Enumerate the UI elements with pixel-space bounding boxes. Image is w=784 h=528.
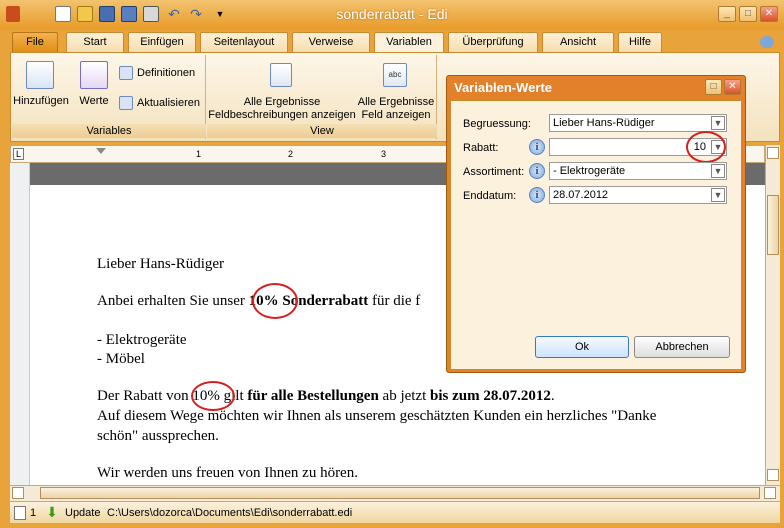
page-number: 1 [30, 507, 37, 519]
discount-label: Rabatt: [463, 142, 499, 154]
save-all-icon[interactable] [121, 6, 137, 22]
redo-icon[interactable]: ↷ [188, 6, 204, 22]
view-group: Alle Ergebnisse Feldbeschreibungen anzei… [207, 55, 437, 139]
assortment-select[interactable]: - Elektrogeräte [549, 162, 727, 180]
cancel-button[interactable]: Abbrechen [634, 336, 730, 358]
field-descriptions-label-1[interactable]: Alle Ergebnisse [207, 96, 357, 109]
doc-paragraph-2: Der Rabatt von 10% gilt für alle Bestell… [97, 388, 555, 405]
greeting-select[interactable]: Lieber Hans-Rüdiger [549, 114, 727, 132]
greeting-label: Begruessung: [463, 118, 531, 130]
indent-marker[interactable] [96, 148, 106, 154]
add-variable-button[interactable]: Hinzufügen [12, 95, 70, 108]
definitions-button[interactable]: Definitionen [137, 67, 195, 79]
doc-line-6: Auf diesem Wege möchten wir Ihnen als un… [97, 408, 657, 424]
info-icon[interactable]: i [529, 139, 545, 155]
customize-dropdown-icon[interactable]: ▼ [212, 6, 228, 22]
show-fields-label-1[interactable]: Alle Ergebnisse [357, 96, 435, 109]
ruler-mark-1: 1 [196, 149, 202, 159]
doc-text: ab jetzt [378, 388, 431, 404]
doc-text: Anbei erhalten Sie unser [97, 293, 249, 309]
tab-file[interactable]: File [12, 32, 58, 52]
highlight-circle-1 [252, 283, 298, 319]
scroll-up-button[interactable] [767, 147, 779, 159]
close-button[interactable]: ✕ [760, 6, 778, 22]
variables-group-label: Variables [12, 124, 206, 138]
values-icon [80, 61, 108, 89]
doc-text: . [550, 388, 555, 404]
scroll-right-button[interactable] [764, 487, 776, 499]
refresh-icon [119, 96, 133, 110]
field-descriptions-icon [270, 63, 292, 87]
highlight-circle-2 [191, 381, 235, 411]
doc-bold-text: bis zum 28.07.2012 [430, 388, 551, 404]
update-arrow-icon[interactable]: ⬇ [44, 505, 60, 519]
ok-button[interactable]: Ok [535, 336, 629, 358]
new-file-icon[interactable] [55, 6, 71, 22]
tab-view[interactable]: Ansicht [542, 32, 614, 52]
open-folder-icon[interactable] [77, 6, 93, 22]
info-icon[interactable]: i [529, 163, 545, 179]
tab-help[interactable]: Hilfe [618, 32, 662, 52]
info-icon[interactable]: i [529, 187, 545, 203]
minimize-button[interactable]: _ [718, 6, 736, 22]
app-icon[interactable] [6, 6, 20, 22]
doc-text: für die f [368, 293, 421, 309]
doc-text: Der Rabatt von [97, 388, 193, 404]
tab-review[interactable]: Überprüfung [448, 32, 538, 52]
horizontal-scroll-thumb[interactable] [40, 487, 760, 499]
assortment-label: Assortiment: [463, 166, 525, 178]
tab-variables[interactable]: Variablen [374, 32, 444, 53]
scroll-down-button[interactable] [767, 469, 779, 481]
ruler-mark-2: 2 [288, 149, 294, 159]
highlight-circle-3 [686, 131, 726, 163]
file-path: C:\Users\dozorca\Documents\Edi\sonderrab… [107, 507, 353, 519]
tab-insert[interactable]: Einfügen [128, 32, 196, 52]
end-date-picker[interactable]: 28.07.2012 [549, 186, 727, 204]
tab-start[interactable]: Start [66, 32, 124, 52]
refresh-button[interactable]: Aktualisieren [137, 97, 200, 109]
print-icon[interactable] [143, 6, 159, 22]
add-variable-icon [26, 61, 54, 89]
end-date-label: Enddatum: [463, 190, 517, 202]
chevron-down-icon[interactable]: ▼ [711, 116, 725, 130]
maximize-button[interactable]: □ [739, 6, 757, 22]
help-icon[interactable] [760, 36, 774, 48]
chevron-down-icon[interactable]: ▼ [711, 164, 725, 178]
window-title: sonderrabatt - Edi [336, 6, 448, 22]
doc-list-item-2: - Möbel [97, 351, 145, 367]
status-bar: 1 ⬇ Update C:\Users\dozorca\Documents\Ed… [10, 501, 780, 523]
scroll-left-button[interactable] [12, 487, 24, 499]
show-fields-label-2[interactable]: Feld anzeigen [357, 109, 435, 122]
field-descriptions-label-2[interactable]: Feldbeschreibungen anzeigen [207, 109, 357, 122]
dialog-close-button[interactable]: ✕ [724, 79, 741, 95]
chevron-down-icon[interactable]: ▼ [711, 188, 725, 202]
doc-bold-text: für alle Bestellungen [247, 388, 379, 404]
ruler-mark-3: 3 [381, 149, 387, 159]
vertical-scroll-thumb[interactable] [767, 195, 779, 255]
variables-group: Hinzufügen Werte Definitionen Aktualisie… [12, 55, 206, 139]
save-icon[interactable] [99, 6, 115, 22]
horizontal-scrollbar[interactable] [10, 485, 780, 501]
page-icon [14, 506, 26, 520]
doc-list-item-1: - Elektrogeräte [97, 332, 187, 348]
tab-stop-selector[interactable]: L [13, 148, 24, 160]
undo-icon[interactable]: ↶ [166, 6, 182, 22]
dialog-title: Variablen-Werte [454, 80, 553, 95]
vertical-ruler [10, 163, 30, 485]
tab-references[interactable]: Verweise [292, 32, 370, 52]
doc-line-8: Wir werden uns freuen von Ihnen zu hören… [97, 465, 358, 481]
definitions-icon [119, 66, 133, 80]
update-button[interactable]: Update [65, 507, 100, 519]
doc-greeting: Lieber Hans-Rüdiger [97, 256, 225, 272]
show-fields-icon: abc [383, 63, 407, 87]
vertical-scrollbar[interactable] [765, 145, 780, 485]
dialog-maximize-button[interactable]: □ [705, 79, 722, 95]
doc-line-7: schön" aussprechen. [97, 428, 219, 444]
tab-page-layout[interactable]: Seitenlayout [200, 32, 288, 52]
view-group-label: View [207, 124, 437, 138]
values-button[interactable]: Werte [72, 95, 116, 108]
